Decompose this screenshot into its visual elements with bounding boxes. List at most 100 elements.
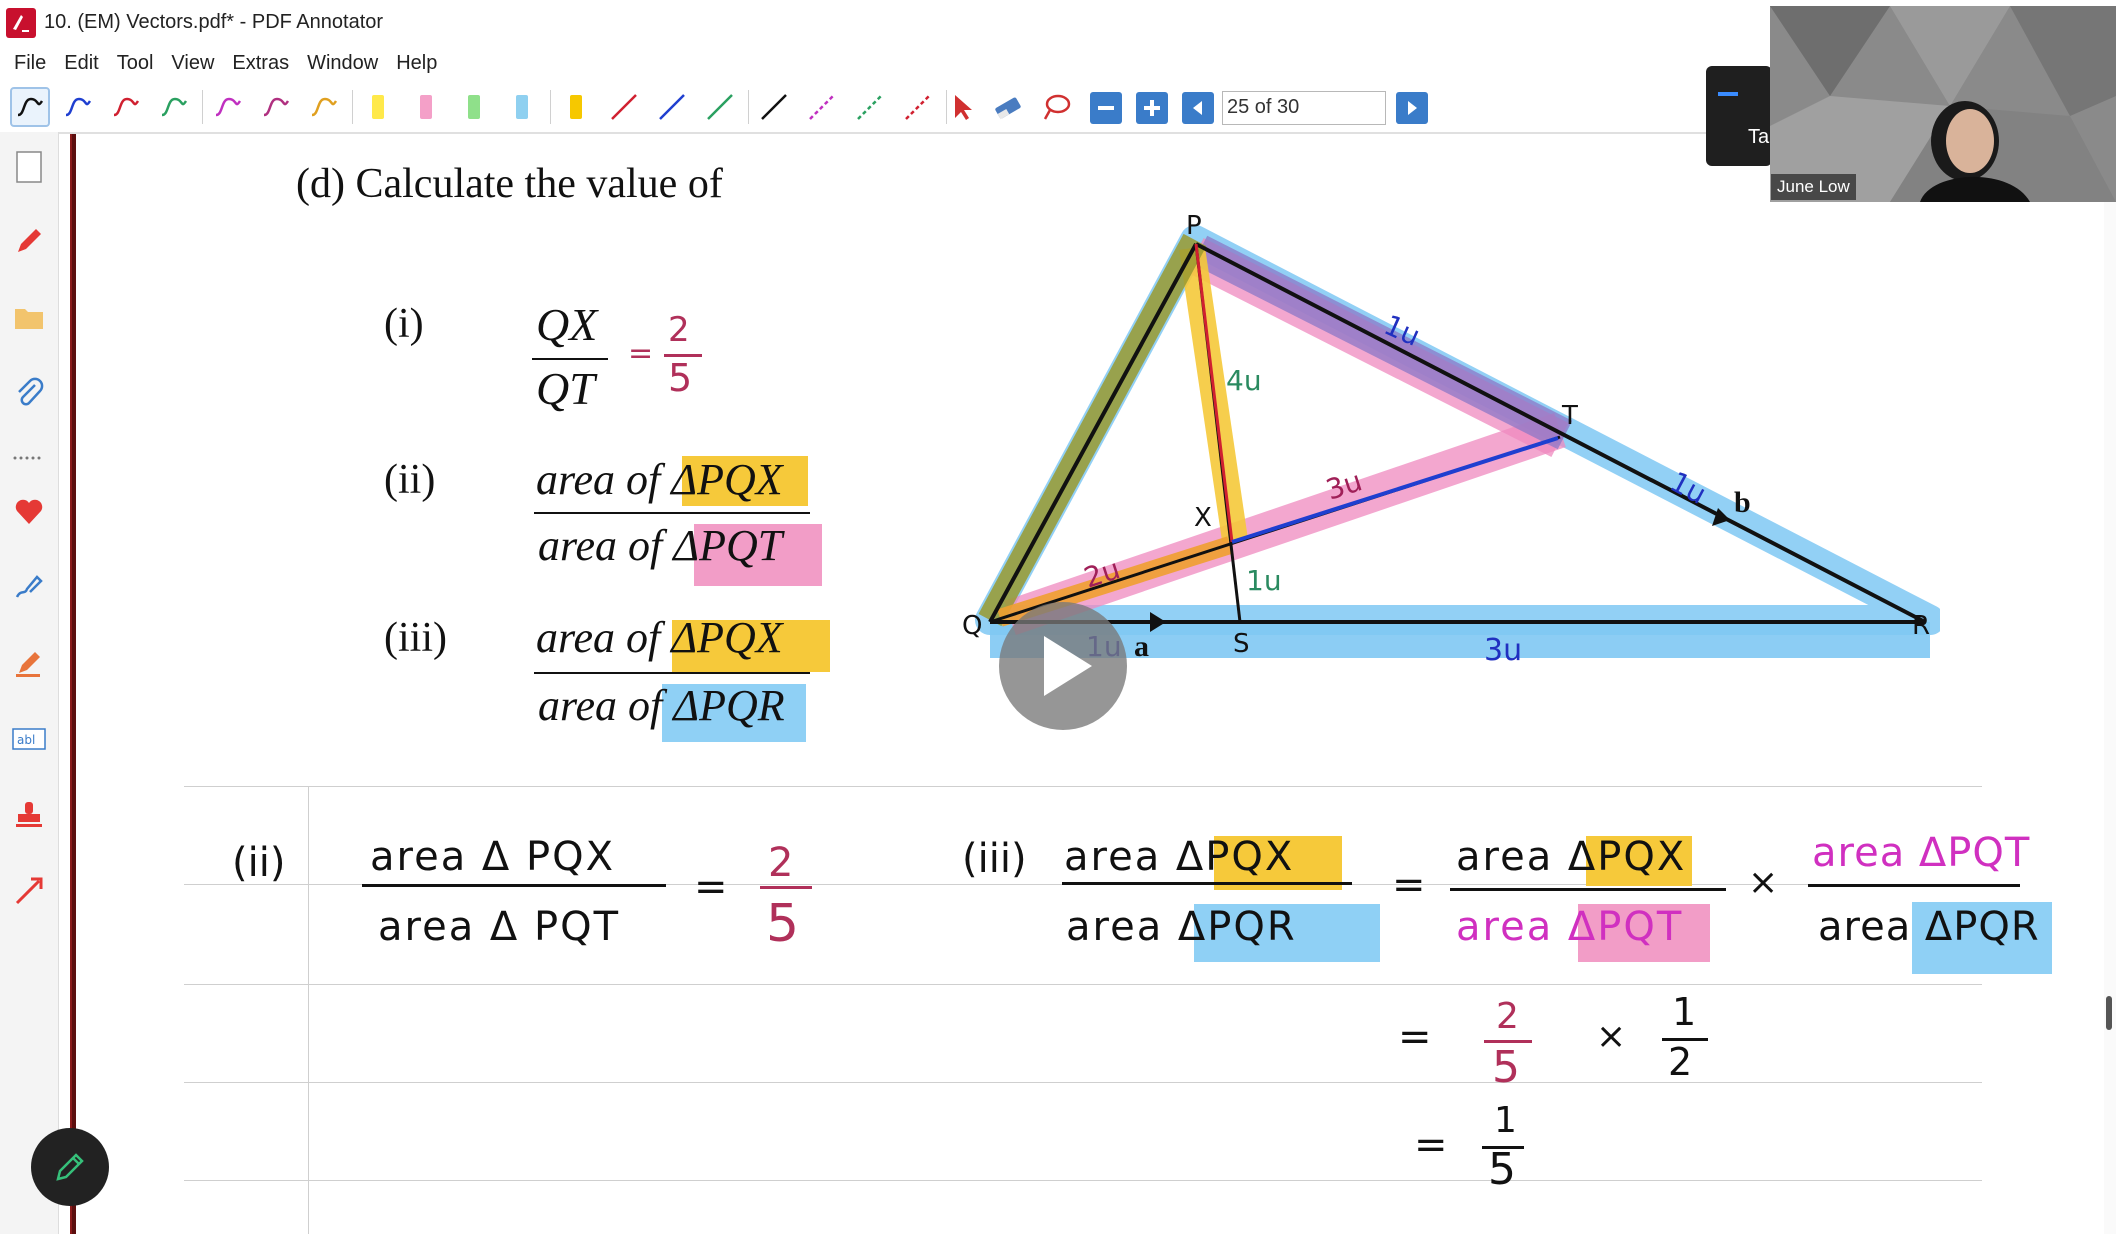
part-i-label: (i): [384, 301, 424, 347]
rule-line: [184, 984, 1982, 985]
point-t-label: T: [1561, 401, 1578, 431]
stamp-icon[interactable]: [10, 796, 48, 834]
lasso-icon[interactable]: [1038, 89, 1074, 125]
rule-line: [184, 1180, 1982, 1181]
pen-black-tool[interactable]: [10, 87, 50, 127]
line-black-tool[interactable]: [756, 89, 792, 125]
drag-handle-icon[interactable]: [10, 454, 48, 462]
highlighter-green-tool[interactable]: [456, 89, 492, 125]
zoom-in-button[interactable]: [1136, 92, 1168, 124]
point-q-label: Q: [962, 611, 982, 641]
next-page-button[interactable]: [1396, 92, 1428, 124]
px-ratio-label: 4u: [1226, 364, 1262, 397]
triangle-diagram: P Q R S T X 1u 4u 3u 2u 1u 1u 1u 3u a b: [962, 211, 1940, 668]
pen-blue-tool[interactable]: [60, 89, 96, 125]
work-iii-step2-b-den: 2: [1668, 1040, 1693, 1084]
highlighter-blue-tool[interactable]: [504, 89, 540, 125]
pen-fab-button[interactable]: [31, 1128, 109, 1206]
work-iii-lhs-denominator: area ΔPQR: [1066, 904, 1297, 950]
pen-magenta-tool[interactable]: [210, 89, 246, 125]
pen-red-tool[interactable]: [108, 89, 144, 125]
pen-green-tool[interactable]: [156, 89, 192, 125]
scrollbar-thumb[interactable]: [2106, 996, 2112, 1030]
line-green-tool[interactable]: [702, 89, 738, 125]
part-i-equals: =: [628, 336, 654, 371]
part-ii-fraction-bar: [534, 512, 810, 514]
menu-tool[interactable]: Tool: [108, 46, 163, 82]
work-iii-step2-equals: =: [1398, 1014, 1432, 1060]
part-iii-fraction-bar: [534, 672, 810, 674]
work-iii-f1-denominator: area ΔPQT: [1456, 904, 1684, 950]
margin-line: [308, 786, 309, 1234]
folder-icon[interactable]: [10, 298, 48, 336]
vector-b-label: b: [1734, 486, 1751, 519]
meeting-panel[interactable]: [1706, 66, 1772, 166]
part-iii-denominator: area of ΔPQR: [538, 681, 785, 730]
dashed-green-tool[interactable]: [852, 89, 888, 125]
work-iii-lhs-numerator: area ΔPQX: [1064, 834, 1295, 880]
menu-edit[interactable]: Edit: [55, 46, 107, 82]
work-ii-answer-num: 2: [768, 840, 794, 886]
pencil-icon: [56, 1153, 84, 1181]
menu-file[interactable]: File: [0, 46, 55, 82]
part-iii-label: (iii): [384, 615, 447, 661]
vertical-scrollbar[interactable]: [2104, 134, 2116, 1234]
pen-pink-tool[interactable]: [258, 89, 294, 125]
work-iii-step2-times: ×: [1596, 1016, 1627, 1057]
work-iii-f1-numerator: area ΔPQX: [1456, 834, 1687, 880]
part-ii-denominator: area of ΔPQT: [538, 521, 783, 570]
work-iii-lhs-bar: [1062, 882, 1352, 885]
arrow-tool-icon[interactable]: [10, 872, 48, 910]
webcam-video[interactable]: [1770, 6, 2116, 202]
work-iii-f2-numerator: area ΔPQT: [1812, 830, 2031, 876]
work-iii-step3-den: 5: [1488, 1144, 1516, 1195]
work-iii-step2-a-den: 5: [1492, 1042, 1520, 1093]
highlighter-icon[interactable]: [10, 644, 48, 682]
previous-page-button[interactable]: [1182, 92, 1214, 124]
part-i-numerator: QX: [536, 299, 598, 350]
part-iii-numerator: area of ΔPQX: [536, 613, 783, 662]
pen-orange-tool[interactable]: [306, 89, 342, 125]
window-title: 10. (EM) Vectors.pdf* - PDF Annotator: [44, 11, 384, 33]
question-heading: (d) Calculate the value of: [296, 161, 723, 207]
line-red-tool[interactable]: [606, 89, 642, 125]
eraser-icon[interactable]: [990, 89, 1026, 125]
work-ii-answer-den: 5: [766, 894, 800, 954]
dashed-magenta-tool[interactable]: [804, 89, 840, 125]
dashed-red-tool[interactable]: [900, 89, 936, 125]
work-iii-label: (iii): [962, 836, 1027, 882]
work-iii-f2-denominator: area ΔPQR: [1818, 904, 2040, 950]
attachment-icon[interactable]: [10, 374, 48, 412]
xs-ratio-label: 1u: [1246, 564, 1282, 597]
menu-extras[interactable]: Extras: [223, 46, 298, 82]
highlighter-pink-tool[interactable]: [408, 89, 444, 125]
work-iii-step3-num: 1: [1494, 1100, 1517, 1141]
part-i-fraction-bar: [532, 358, 608, 360]
pen-icon[interactable]: [10, 222, 48, 260]
text-box-icon[interactable]: abl: [10, 720, 48, 758]
part-ii-label: (ii): [384, 457, 436, 503]
menu-help[interactable]: Help: [387, 46, 446, 82]
menu-view[interactable]: View: [162, 46, 223, 82]
highlighter-yellow-tool[interactable]: [360, 89, 396, 125]
page-edge: [72, 134, 76, 1234]
point-p-label: P: [1186, 211, 1202, 241]
menu-window[interactable]: Window: [298, 46, 387, 82]
rule-line: [184, 1082, 1982, 1083]
pointer-icon[interactable]: [944, 89, 980, 125]
page-number-input[interactable]: 25 of 30: [1222, 91, 1386, 125]
work-ii-numerator: area Δ PQX: [370, 834, 615, 880]
app-icon: [6, 8, 36, 38]
zoom-out-button[interactable]: [1090, 92, 1122, 124]
highlighter-gold-tool[interactable]: [558, 89, 594, 125]
play-button[interactable]: [999, 602, 1127, 730]
sr-ratio-label: 3u: [1484, 633, 1522, 668]
favorites-heart-icon[interactable]: [10, 492, 48, 530]
work-ii-answer-bar: [760, 886, 812, 889]
participant-name: June Low: [1771, 174, 1856, 200]
menu-bar: File Edit Tool View Extras Window Help: [0, 46, 446, 82]
page-thumbnail-icon[interactable]: [10, 148, 48, 186]
side-toolbar: abl: [0, 132, 59, 1234]
freehand-pen-icon[interactable]: [10, 568, 48, 606]
line-blue-tool[interactable]: [654, 89, 690, 125]
